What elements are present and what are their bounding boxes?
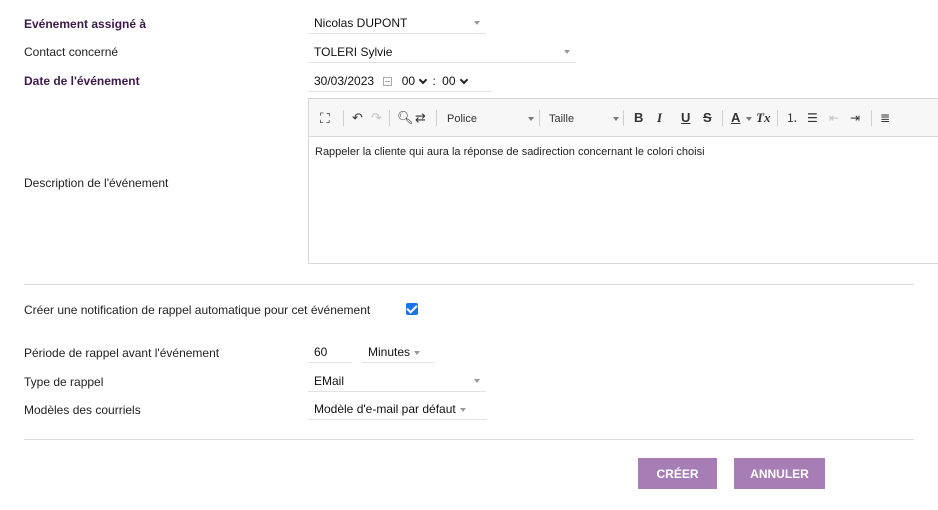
period-input[interactable]: 60 — [308, 341, 352, 363]
redo-icon[interactable]: ↷ — [371, 111, 382, 125]
outdent-icon[interactable]: ⇤ — [829, 111, 839, 125]
bold-button[interactable]: B — [634, 111, 643, 125]
strike-button[interactable]: S — [703, 111, 712, 125]
assignee-label: Evénement assigné à — [24, 17, 147, 31]
chevron-down-icon — [474, 379, 480, 383]
assignee-select[interactable]: Nicolas DUPONT — [308, 12, 486, 34]
calendar-icon[interactable] — [383, 77, 393, 87]
chevron-down-icon — [414, 350, 421, 355]
chevron-down-icon — [459, 76, 468, 85]
description-label: Description de l'événement — [24, 176, 169, 190]
assignee-value: Nicolas DUPONT — [314, 16, 408, 30]
chevron-down-icon — [746, 117, 752, 121]
reminder-type-label: Type de rappel — [24, 375, 104, 389]
create-button[interactable]: CRÉER — [638, 458, 717, 489]
period-unit-value: Minutes — [368, 345, 411, 359]
reminder-label: Créer une notification de rappel automat… — [24, 303, 371, 317]
date-field[interactable]: 30/03/2023 00 : 00 — [308, 70, 492, 92]
underline-button[interactable]: U — [681, 111, 690, 125]
font-dropdown[interactable]: Police — [447, 112, 477, 126]
chevron-down-icon — [564, 50, 570, 54]
contact-value: TOLERI Sylvie — [314, 45, 393, 59]
template-label: Modèles des courriels — [24, 403, 141, 417]
divider — [24, 439, 914, 440]
reminder-checkbox[interactable] — [406, 303, 418, 315]
clear-format-button[interactable]: Tx — [756, 111, 770, 125]
replace-icon[interactable]: ⇄ — [415, 111, 426, 125]
date-value[interactable]: 30/03/2023 — [314, 74, 374, 88]
numbered-list-icon[interactable]: ⒈ — [786, 111, 798, 125]
chevron-down-icon — [474, 21, 480, 25]
indent-icon[interactable]: ⇥ — [850, 111, 860, 125]
template-select[interactable]: Modèle d'e-mail par défaut — [308, 398, 486, 420]
chevron-down-icon — [418, 76, 428, 85]
contact-select[interactable]: TOLERI Sylvie — [308, 41, 576, 63]
cancel-button[interactable]: ANNULER — [734, 458, 825, 489]
editor-content[interactable]: Rappeler la cliente qui aura la réponse … — [309, 137, 938, 167]
chevron-down-icon — [528, 117, 534, 121]
rich-text-editor[interactable]: ⛶ ↶ ↷ 🔍︎ ⇄ Police Taille B I U S A Tx ⒈ … — [308, 98, 938, 264]
template-value: Modèle d'e-mail par défaut — [314, 402, 456, 416]
bullet-list-icon[interactable]: ☰ — [807, 111, 818, 125]
contact-label: Contact concerné — [24, 45, 119, 59]
hour-select[interactable]: 00 — [402, 74, 428, 88]
editor-toolbar: ⛶ ↶ ↷ 🔍︎ ⇄ Police Taille B I U S A Tx ⒈ … — [309, 99, 938, 137]
date-label: Date de l'événement — [24, 74, 140, 88]
italic-button[interactable]: I — [657, 111, 662, 125]
maximize-icon[interactable]: ⛶ — [320, 111, 330, 125]
text-color-button[interactable]: A — [731, 111, 740, 125]
period-unit-select[interactable]: Minutes — [362, 341, 434, 363]
align-left-icon[interactable]: ≣ — [880, 111, 890, 125]
reminder-type-select[interactable]: EMail — [308, 370, 486, 392]
chevron-down-icon — [459, 407, 466, 412]
size-dropdown[interactable]: Taille — [549, 112, 574, 126]
chevron-down-icon — [613, 117, 619, 121]
time-separator: : — [432, 74, 436, 88]
minute-select[interactable]: 00 — [442, 74, 468, 88]
undo-icon[interactable]: ↶ — [352, 111, 363, 125]
search-icon[interactable]: 🔍︎ — [397, 111, 414, 125]
period-label: Période de rappel avant l'événement — [24, 346, 220, 360]
divider — [24, 284, 914, 285]
reminder-type-value: EMail — [314, 374, 345, 388]
